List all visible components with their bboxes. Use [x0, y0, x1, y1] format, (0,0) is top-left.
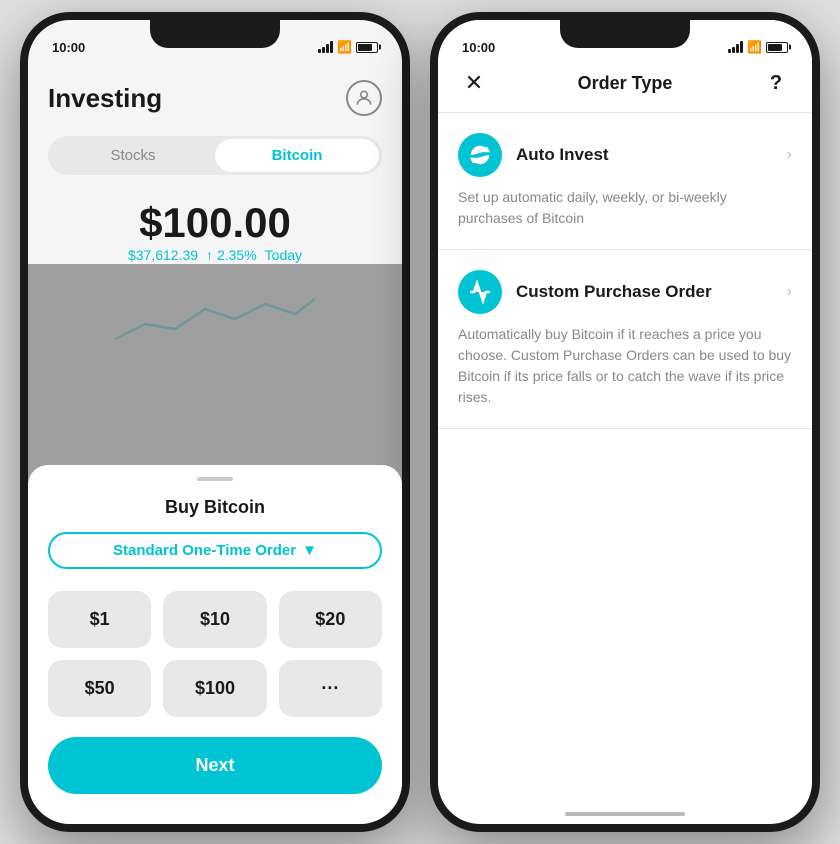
order-type-header: ✕ Order Type ? — [438, 64, 812, 113]
auto-invest-chevron: › — [787, 146, 792, 164]
price-sub: $37,612.39 ↑ 2.35% Today — [48, 247, 382, 263]
investing-content: Investing Stocks Bitcoin $100.00 $37,612… — [28, 64, 402, 824]
amount-btn-50[interactable]: $50 — [48, 660, 151, 717]
left-phone: 10:00 📶 Investing Stocks Bitcoin — [20, 12, 410, 832]
notch — [150, 20, 280, 48]
investing-header: Investing — [48, 64, 382, 136]
investing-title: Investing — [48, 83, 162, 114]
status-time-left: 10:00 — [52, 40, 85, 55]
battery-icon — [356, 42, 378, 53]
custom-purchase-title-row: Custom Purchase Order › — [516, 282, 792, 302]
notch-right — [560, 20, 690, 48]
wifi-icon: 📶 — [337, 40, 352, 54]
custom-purchase-icon — [458, 270, 502, 314]
status-icons-left: 📶 — [318, 40, 378, 54]
auto-invest-title: Auto Invest — [516, 145, 609, 165]
order-type-label: Standard One-Time Order — [113, 542, 296, 559]
main-price: $100.00 — [48, 199, 382, 247]
order-type-chevron: ▼ — [302, 542, 317, 559]
custom-purchase-title: Custom Purchase Order — [516, 282, 712, 302]
tab-bitcoin[interactable]: Bitcoin — [215, 139, 379, 172]
amount-btn-more[interactable]: ··· — [279, 660, 382, 717]
battery-icon-right — [766, 42, 788, 53]
custom-purchase-header: Custom Purchase Order › — [458, 270, 792, 314]
avatar-icon[interactable] — [346, 80, 382, 116]
custom-purchase-description: Automatically buy Bitcoin if it reaches … — [458, 324, 792, 408]
change-percent: ↑ 2.35% — [206, 247, 257, 263]
right-phone: 10:00 📶 ✕ Order Type ? — [430, 12, 820, 832]
amount-btn-1[interactable]: $1 — [48, 591, 151, 648]
custom-purchase-chevron: › — [787, 283, 792, 301]
home-indicator-right — [565, 812, 685, 816]
auto-invest-header: Auto Invest › — [458, 133, 792, 177]
wifi-icon-right: 📶 — [747, 40, 762, 54]
sheet-title: Buy Bitcoin — [48, 497, 382, 518]
custom-purchase-option[interactable]: Custom Purchase Order › Automatically bu… — [438, 250, 812, 429]
amount-grid: $1 $10 $20 $50 $100 ··· — [48, 591, 382, 717]
signal-icon-right — [728, 41, 743, 53]
auto-invest-icon — [458, 133, 502, 177]
sub-price: $37,612.39 — [128, 247, 198, 263]
sheet-handle — [197, 477, 233, 481]
order-type-selector[interactable]: Standard One-Time Order ▼ — [48, 532, 382, 569]
tab-stocks[interactable]: Stocks — [51, 139, 215, 172]
amount-btn-100[interactable]: $100 — [163, 660, 266, 717]
status-icons-right: 📶 — [728, 40, 788, 54]
order-type-page-title: Order Type — [578, 73, 673, 94]
amount-btn-10[interactable]: $10 — [163, 591, 266, 648]
auto-invest-title-row: Auto Invest › — [516, 145, 792, 165]
price-display: $100.00 $37,612.39 ↑ 2.35% Today — [48, 199, 382, 263]
bottom-sheet: Buy Bitcoin Standard One-Time Order ▼ $1… — [28, 465, 402, 824]
status-time-right: 10:00 — [462, 40, 495, 55]
help-button[interactable]: ? — [760, 72, 792, 95]
next-button[interactable]: Next — [48, 737, 382, 794]
auto-invest-option[interactable]: Auto Invest › Set up automatic daily, we… — [438, 113, 812, 250]
close-button[interactable]: ✕ — [458, 70, 490, 96]
amount-btn-20[interactable]: $20 — [279, 591, 382, 648]
tab-bar: Stocks Bitcoin — [48, 136, 382, 175]
period: Today — [265, 247, 302, 263]
auto-invest-description: Set up automatic daily, weekly, or bi-we… — [458, 187, 792, 229]
signal-icon — [318, 41, 333, 53]
